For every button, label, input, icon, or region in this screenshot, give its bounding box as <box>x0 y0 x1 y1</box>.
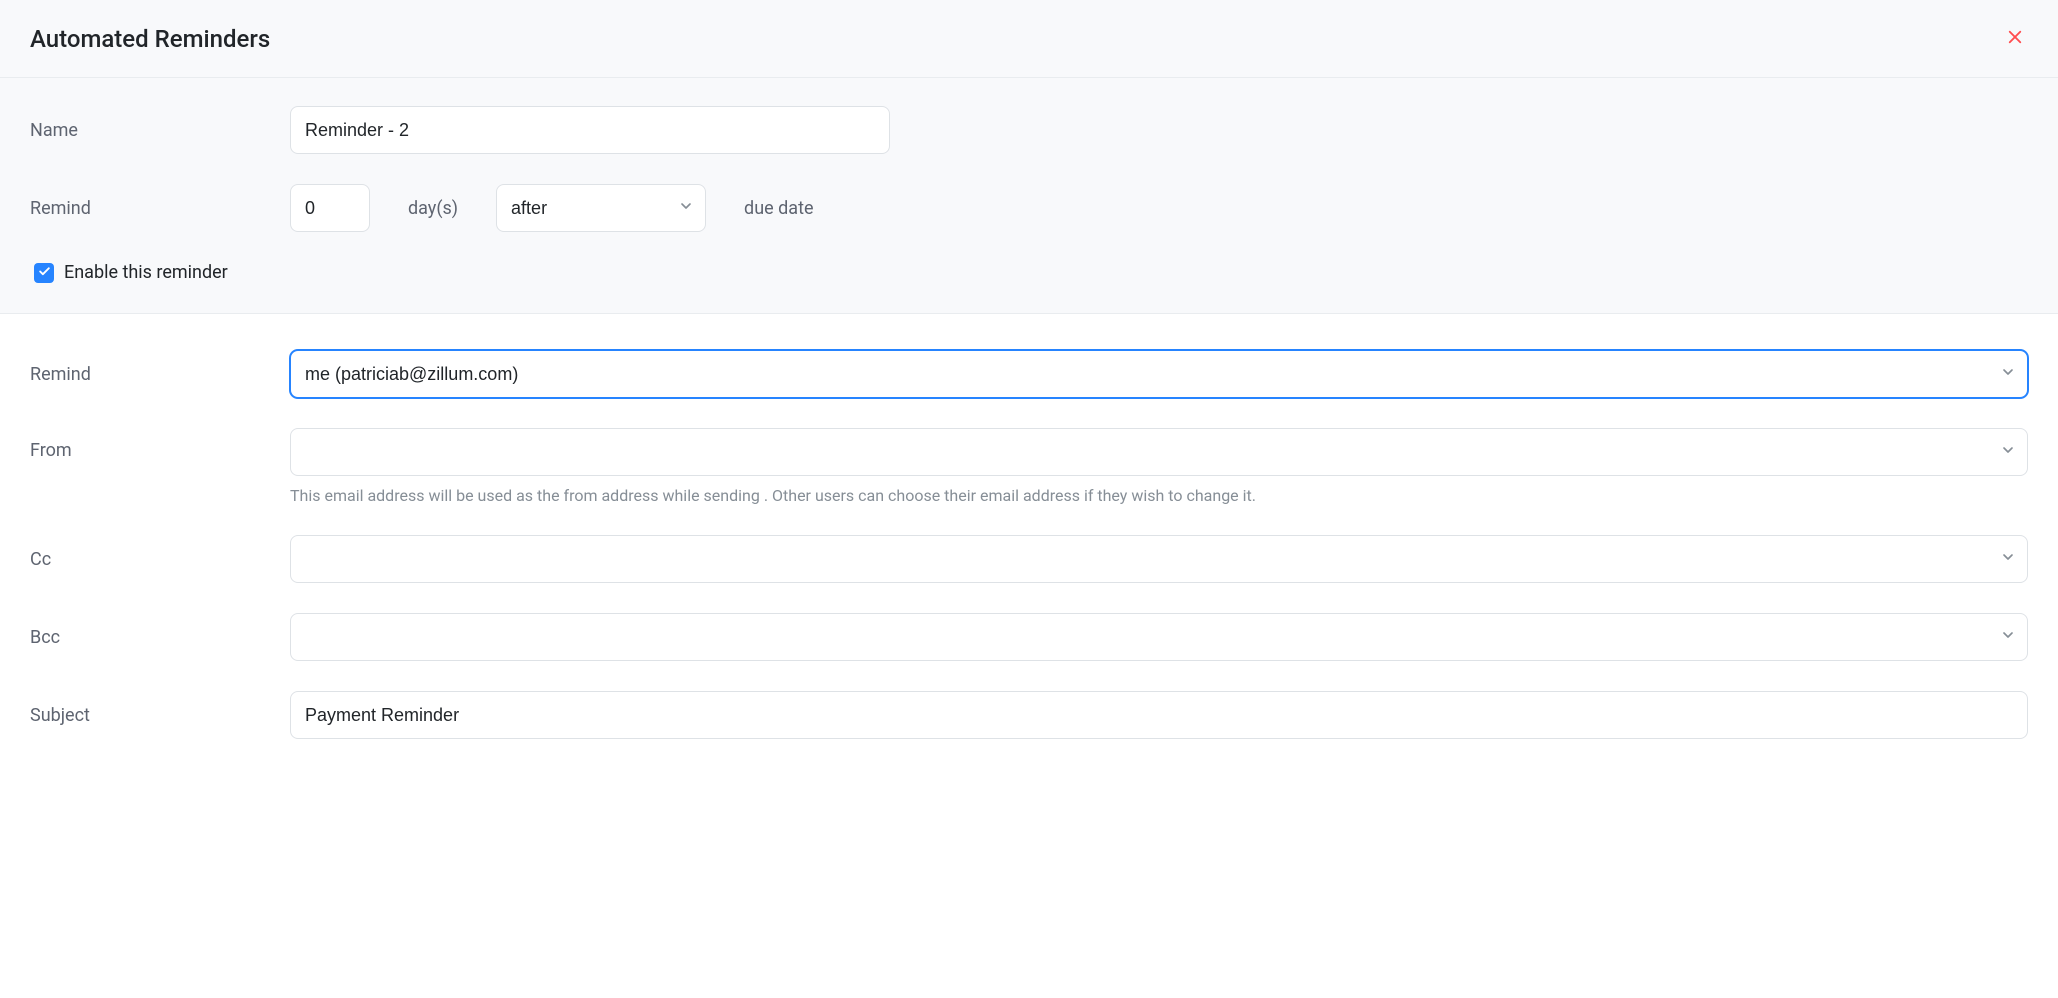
bcc-label: Bcc <box>30 627 290 648</box>
remind-to-value: me (patriciab@zillum.com) <box>305 364 518 384</box>
name-input[interactable] <box>290 106 890 154</box>
when-select[interactable]: after <box>496 184 706 232</box>
enable-reminder-checkbox[interactable] <box>34 263 54 283</box>
cc-select[interactable] <box>290 535 2028 583</box>
bcc-select[interactable] <box>290 613 2028 661</box>
reminder-settings-section: Name Remind day(s) after <box>0 78 2058 314</box>
from-select[interactable] <box>290 428 2028 476</box>
check-icon <box>38 263 51 282</box>
cc-label: Cc <box>30 549 290 570</box>
from-helper-text: This email address will be used as the f… <box>290 486 2028 505</box>
subject-input[interactable] <box>290 691 2028 739</box>
close-button[interactable] <box>2002 24 2028 53</box>
remind-to-select[interactable]: me (patriciab@zillum.com) <box>290 350 2028 398</box>
subject-label: Subject <box>30 705 290 726</box>
close-icon <box>2006 28 2024 49</box>
dialog-header: Automated Reminders <box>0 0 2058 78</box>
remind-to-label: Remind <box>30 364 290 385</box>
dialog-title: Automated Reminders <box>30 25 270 53</box>
remind-label: Remind <box>30 198 290 219</box>
days-input[interactable] <box>290 184 370 232</box>
email-settings-section: Remind me (patriciab@zillum.com) From <box>0 314 2058 769</box>
name-label: Name <box>30 120 290 141</box>
enable-reminder-label[interactable]: Enable this reminder <box>64 262 228 283</box>
days-text: day(s) <box>408 198 458 219</box>
from-label: From <box>30 428 290 461</box>
due-date-text: due date <box>744 198 813 219</box>
when-select-value: after <box>511 198 547 218</box>
